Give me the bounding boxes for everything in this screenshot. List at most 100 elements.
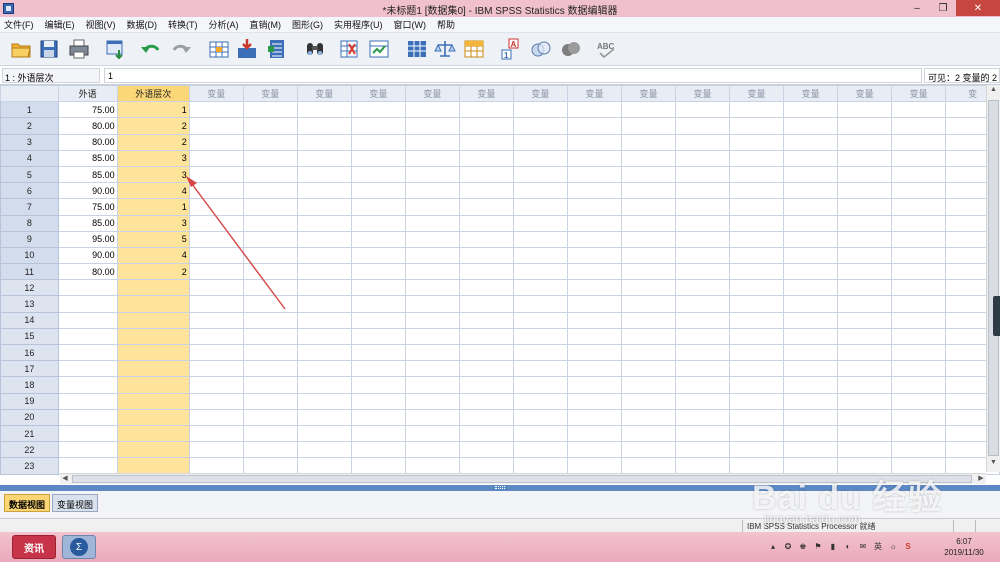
grid-cell[interactable] <box>350 441 406 459</box>
grid-cell[interactable] <box>566 279 622 297</box>
grid-cell[interactable] <box>188 198 244 216</box>
select-cases-icon[interactable] <box>463 38 485 60</box>
grid-cell[interactable] <box>620 182 677 200</box>
vertical-scroll-thumb[interactable] <box>988 100 999 456</box>
grid-cell[interactable] <box>188 295 244 313</box>
grid-cell[interactable] <box>188 149 244 167</box>
grid-cell[interactable] <box>57 327 118 346</box>
grid-cell[interactable] <box>404 263 460 281</box>
grid-cell[interactable] <box>620 230 677 248</box>
undo-icon[interactable] <box>140 38 162 60</box>
grid-cell[interactable] <box>188 133 244 151</box>
grid-cell[interactable] <box>404 295 460 313</box>
grid-cell[interactable]: 75.00 <box>57 198 118 216</box>
grid-cell[interactable] <box>891 343 947 362</box>
grid-cell[interactable] <box>620 408 677 426</box>
grid-cell[interactable] <box>458 343 514 362</box>
grid-cell[interactable] <box>116 441 190 459</box>
redo-icon[interactable] <box>170 38 192 60</box>
grid-cell[interactable] <box>296 198 352 216</box>
column-header-1[interactable]: 外语 <box>57 85 118 103</box>
print-icon[interactable] <box>68 38 90 60</box>
row-header[interactable]: 8 <box>0 214 59 232</box>
grid-cell[interactable] <box>296 149 352 167</box>
grid-cell[interactable] <box>404 424 460 443</box>
row-header[interactable]: 21 <box>0 424 59 443</box>
grid-cell[interactable] <box>620 311 677 329</box>
grid-cell[interactable] <box>783 343 839 362</box>
grid-cell[interactable] <box>729 246 785 265</box>
grid-cell[interactable] <box>188 230 244 248</box>
grid-cell[interactable] <box>674 441 731 459</box>
column-header-13[interactable]: 变量 <box>729 85 785 103</box>
find-icon[interactable] <box>304 38 326 60</box>
grid-cell[interactable] <box>404 408 460 426</box>
grid-cell[interactable] <box>512 376 568 394</box>
grid-cell[interactable] <box>729 424 785 443</box>
grid-cell[interactable] <box>458 101 514 119</box>
grid-cell[interactable] <box>458 295 514 313</box>
goto-case-icon[interactable] <box>208 38 230 60</box>
grid-cell[interactable] <box>404 311 460 329</box>
grid-cell[interactable] <box>783 182 839 200</box>
grid-cell[interactable] <box>512 392 568 410</box>
grid-cell[interactable] <box>512 360 568 378</box>
grid-cell[interactable] <box>566 343 622 362</box>
grid-cell[interactable] <box>242 457 298 475</box>
grid-cell[interactable] <box>404 376 460 394</box>
grid-cell[interactable] <box>891 182 947 200</box>
grid-cell[interactable] <box>674 101 731 119</box>
grid-cell[interactable] <box>188 311 244 329</box>
row-header[interactable]: 23 <box>0 457 59 475</box>
grid-cell[interactable] <box>188 392 244 410</box>
grid-cell[interactable] <box>837 441 893 459</box>
grid-cell[interactable] <box>620 165 677 184</box>
tray-mail-icon[interactable]: ✉ <box>858 541 868 551</box>
grid-cell[interactable] <box>350 376 406 394</box>
grid-cell[interactable] <box>242 360 298 378</box>
tray-sogou-icon[interactable]: S <box>903 541 913 551</box>
grid-cell[interactable] <box>188 408 244 426</box>
grid-cell[interactable] <box>188 214 244 232</box>
grid-cell[interactable] <box>620 392 677 410</box>
grid-cell[interactable] <box>458 311 514 329</box>
grid-cell[interactable]: 80.00 <box>57 263 118 281</box>
grid-cell[interactable] <box>296 165 352 184</box>
grid-cell[interactable] <box>783 327 839 346</box>
grid-cell[interactable] <box>566 441 622 459</box>
grid-cell[interactable] <box>783 165 839 184</box>
grid-cell[interactable] <box>57 343 118 362</box>
grid-cell[interactable] <box>404 441 460 459</box>
grid-cell[interactable] <box>837 101 893 119</box>
grid-cell[interactable] <box>837 133 893 151</box>
tray-flag-icon[interactable]: ⚑ <box>813 541 823 551</box>
grid-cell[interactable] <box>296 327 352 346</box>
row-header[interactable]: 13 <box>0 295 59 313</box>
open-folder-icon[interactable] <box>10 38 32 60</box>
grid-cell[interactable] <box>674 343 731 362</box>
grid-cell[interactable] <box>837 295 893 313</box>
grid-cell[interactable] <box>404 343 460 362</box>
column-header-3[interactable]: 变量 <box>188 85 244 103</box>
grid-cell[interactable]: 95.00 <box>57 230 118 248</box>
grid-cell[interactable] <box>729 376 785 394</box>
grid-cell[interactable] <box>188 343 244 362</box>
column-header-15[interactable]: 变量 <box>837 85 893 103</box>
grid-cell[interactable] <box>891 117 947 135</box>
grid-cell[interactable] <box>116 343 190 362</box>
grid-cell[interactable] <box>116 360 190 378</box>
grid-cell[interactable] <box>188 246 244 265</box>
grid-cell[interactable] <box>296 457 352 475</box>
grid-cell[interactable] <box>837 198 893 216</box>
grid-cell[interactable] <box>783 408 839 426</box>
grid-cell[interactable] <box>242 149 298 167</box>
grid-cell[interactable] <box>674 360 731 378</box>
grid-cell[interactable] <box>350 279 406 297</box>
grid-cell[interactable] <box>242 101 298 119</box>
grid-cell[interactable] <box>350 133 406 151</box>
grid-cell[interactable] <box>404 133 460 151</box>
grid-cell[interactable] <box>837 149 893 167</box>
menu-transform[interactable]: 转换(T) <box>168 18 198 31</box>
grid-cell[interactable] <box>404 230 460 248</box>
grid-cell[interactable] <box>729 230 785 248</box>
